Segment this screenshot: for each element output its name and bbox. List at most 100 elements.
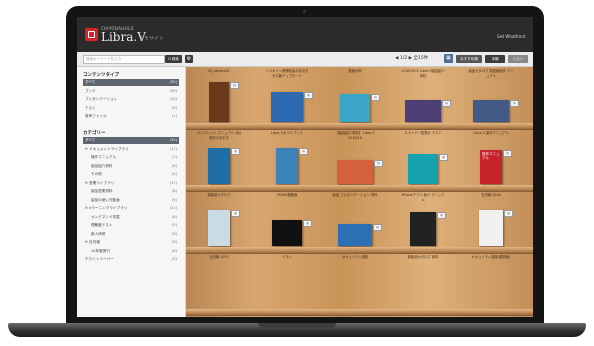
book-label[interactable]: 動画の例 xyxy=(332,69,378,74)
app-header: CHIYODAHOLD Libra.V デモサイト Get Whatfront xyxy=(77,17,533,52)
shelf-view-button[interactable]: 本棚 xyxy=(485,55,505,63)
toolbar: 検索キーワードを入力 Q 検索 ⚙ ◀ 1/2 ▶ 全15件 ▦ おすすめ順 本… xyxy=(77,52,533,67)
book-label[interactable]: 新製品カタログ xyxy=(196,193,242,198)
category-item-count: (8) xyxy=(171,214,177,219)
book-cover[interactable] xyxy=(208,210,230,246)
brand-subtitle: デモサイト xyxy=(139,36,165,42)
category-item-label: 新人研修 xyxy=(91,231,106,236)
book-type-icon: ▤ xyxy=(504,210,513,217)
book-cover[interactable] xyxy=(473,100,509,122)
category-item-count: (6) xyxy=(171,240,177,244)
category-item[interactable]: 製品紹介資料 (6) xyxy=(83,163,179,170)
grid-view-icon[interactable]: ▦ xyxy=(444,54,453,63)
book-cover[interactable] xyxy=(208,148,230,184)
category-item-label: ⊖ ドキュメントライブラリ xyxy=(85,146,129,151)
content-type-item[interactable]: テスト (5) xyxy=(83,105,179,112)
book-cover[interactable] xyxy=(479,210,503,246)
content-type-item[interactable]: ブック (39) xyxy=(83,88,179,95)
category-item-label: 製品紹介資料 xyxy=(91,163,113,168)
category-item-label: ホワイトペーパー xyxy=(85,257,114,261)
content-type-item[interactable]: すべて (55) xyxy=(83,79,179,86)
book-cover[interactable] xyxy=(410,212,436,246)
category-item[interactable]: ホワイトペーパー (5) xyxy=(83,256,179,263)
category-item[interactable]: 10年度発行 (6) xyxy=(83,248,179,255)
category-heading: カテゴリー xyxy=(83,131,106,136)
category-item-count: (5) xyxy=(171,257,177,261)
category-item[interactable]: ⊖ 社内報 (6) xyxy=(83,239,179,246)
bookshelf: ID_sample01 ▤ リスキャン業務改善の手引き ゼロ版アップロード ▤ 動画の例… xyxy=(186,67,533,317)
category-item-label: 製品の使い方動画 xyxy=(91,197,120,202)
book-label[interactable]: 社内報 2016 xyxy=(468,193,514,198)
category-item[interactable]: 操作マニュアル (7) xyxy=(83,154,179,161)
content-type-heading: コンテンツタイプ xyxy=(83,73,119,78)
book-label[interactable]: セキュリティ講座 xyxy=(332,255,378,260)
book-type-icon: ▤ xyxy=(231,210,240,217)
book-label[interactable]: 製品 プレゼンテーション 資料 xyxy=(332,193,378,198)
shelf-plank xyxy=(186,309,533,316)
category-item[interactable]: ⊖ 営業ライブラリ (17) xyxy=(83,180,179,187)
category-item-count: (4) xyxy=(171,172,177,176)
search-input[interactable]: 検索キーワードを入力 xyxy=(83,55,165,64)
book-cover[interactable] xyxy=(337,160,373,184)
category-item-count: (8) xyxy=(171,231,177,236)
book-cover[interactable] xyxy=(338,224,372,246)
list-view-button[interactable]: リスト xyxy=(508,55,528,63)
book-cover[interactable] xyxy=(209,82,229,122)
book-cover[interactable] xyxy=(276,148,298,184)
category-item-label: オンデマンド学習 xyxy=(91,214,120,219)
book-type-icon: ▤ xyxy=(374,160,383,167)
book-label[interactable]: パンフレット マニュアル (仮)操作の手引き xyxy=(196,131,242,140)
book-label[interactable]: スライド一覧表示 テスト xyxy=(400,131,446,136)
book-cover[interactable] xyxy=(405,100,441,122)
book-cover[interactable] xyxy=(340,94,370,122)
search-button[interactable]: Q 検索 xyxy=(165,55,182,63)
category-item[interactable]: 製品の使い方動画 (9) xyxy=(83,197,179,204)
book-cover[interactable] xyxy=(271,92,303,122)
book-label[interactable]: Libra.V 操作マニュアル xyxy=(468,131,514,136)
content-type-item-label: ブック xyxy=(85,88,96,93)
book-label[interactable]: 【製品紹介資料】 Libra.V 2016/10 xyxy=(332,131,378,140)
content-type-item[interactable]: 音声ファイル (1) xyxy=(83,113,179,120)
category-item[interactable]: 理解度テスト (5) xyxy=(83,222,179,229)
brand-logo-icon xyxy=(85,28,98,41)
category-item[interactable]: すべて (55) xyxy=(83,137,179,144)
category-item[interactable]: 新人研修 (8) xyxy=(83,231,179,238)
book-type-icon: ▤ xyxy=(299,148,308,155)
book-label[interactable]: Libra_Vガイドブック xyxy=(264,131,310,136)
content-type-item-count: (55) xyxy=(169,80,177,84)
category-item-count: (17) xyxy=(169,146,177,151)
book-label[interactable]: セキュリティ講座(更新版) xyxy=(468,255,514,260)
category-item[interactable]: ⊖ eラーニングライブラリ (21) xyxy=(83,205,179,212)
content-type-item-label: すべて xyxy=(85,80,96,84)
book-label[interactable]: 製品カタログ 英語版操作 マニュアル xyxy=(468,69,514,78)
book-label[interactable]: テスト xyxy=(264,255,310,260)
book-label[interactable]: iPhoneアプリ 紹介 マニュアル xyxy=(400,193,446,202)
category-item-label: 10年度発行 xyxy=(91,248,110,253)
category-item-count: (7) xyxy=(171,155,177,159)
book-cover[interactable] xyxy=(408,154,438,184)
category-item[interactable]: オンデマンド学習 (8) xyxy=(83,214,179,221)
category-item[interactable]: 製品営業資料 (8) xyxy=(83,188,179,195)
content-type-item-count: (1) xyxy=(171,114,177,118)
book-label[interactable]: リスキャン業務改善の手引き ゼロ版アップロード xyxy=(264,69,310,78)
book-label[interactable]: 社内報 2015 xyxy=(196,255,242,260)
sort-button[interactable]: おすすめ順 xyxy=(456,55,482,63)
book-cover[interactable]: 操作マニュアル xyxy=(480,150,502,184)
category-item[interactable]: ⊖ ドキュメントライブラリ (17) xyxy=(83,146,179,153)
category-item-label: ⊖ eラーニングライブラリ xyxy=(85,206,128,210)
category-item-label: すべて xyxy=(85,138,96,142)
user-menu[interactable]: Get Whatfront xyxy=(497,34,525,39)
book-type-icon: ▤ xyxy=(304,92,313,99)
book-label[interactable]: VR360度動画 xyxy=(264,193,310,198)
content-type-item-count: (5) xyxy=(171,105,177,110)
book-cover[interactable] xyxy=(272,220,302,246)
content-type-item[interactable]: プレゼンテーション (10) xyxy=(83,96,179,103)
book-label[interactable]: ID_sample01 xyxy=(196,69,242,74)
category-item-count: (5) xyxy=(171,223,177,227)
book-label[interactable]: LOGISTICS Libra.V製品紹介 資料 xyxy=(400,69,446,78)
pagination[interactable]: ◀ 1/2 ▶ 全15件 xyxy=(395,55,428,63)
gear-icon[interactable]: ⚙ xyxy=(185,55,193,63)
book-label[interactable]: 新製品カタログ 案内 xyxy=(400,255,446,260)
category-item[interactable]: その他 (4) xyxy=(83,171,179,178)
book-type-icon: ▤ xyxy=(439,154,448,161)
